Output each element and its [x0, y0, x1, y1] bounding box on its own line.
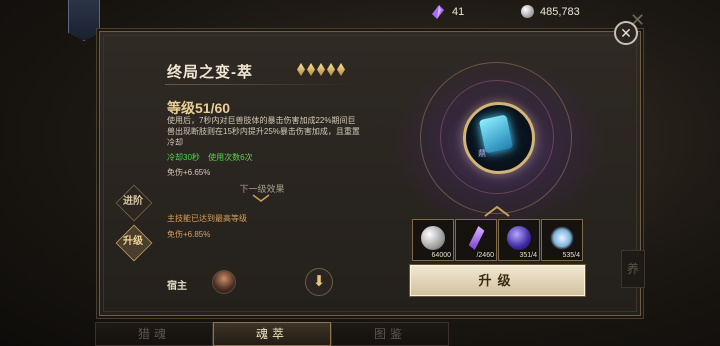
tab-hunt-soul[interactable]: 猎魂: [95, 322, 213, 346]
purple-crystal-icon: [432, 5, 444, 19]
gem-counter[interactable]: 41: [432, 5, 464, 19]
max-level-note: 主技能已达到最高等级: [167, 214, 247, 223]
top-bar: 41 485,783 ✕: [0, 0, 720, 41]
material-count: 64000: [431, 252, 451, 259]
silver-coin-icon: [521, 5, 534, 18]
chevron-up-icon: [484, 205, 510, 217]
star-icon: [327, 63, 335, 76]
rune-badge: 鼎: [478, 149, 486, 158]
skill-description: 使用后，7秒内对巨兽肢体的暴击伤害加成22%期间巨兽出现断肢则在15秒内提升25…: [167, 116, 360, 147]
cooldown-text: 冷却30秒: [167, 153, 200, 162]
material-frost-essence[interactable]: 535/4: [541, 219, 583, 261]
next-stat: 免伤+6.85%: [167, 230, 211, 239]
star-icon: [297, 63, 305, 76]
material-silver-coin[interactable]: 64000: [412, 219, 454, 261]
silver-coin-icon: [421, 226, 445, 250]
star-icon: [317, 63, 325, 76]
material-count: 351/4: [519, 252, 537, 259]
guild-banner-icon[interactable]: [68, 0, 100, 41]
material-soul-orb[interactable]: 351/4: [498, 219, 540, 261]
material-count: 535/4: [562, 252, 580, 259]
star-rating: [297, 63, 345, 76]
bottom-tab-bar: 猎魂 魂萃 图鉴: [95, 320, 655, 346]
star-icon: [307, 63, 315, 76]
swap-arrow-button[interactable]: ⬇: [305, 268, 333, 296]
upgrade-button[interactable]: 升级: [410, 265, 585, 296]
skill-title: 终局之变-萃: [167, 64, 253, 81]
tab-advance[interactable]: 进阶: [118, 187, 148, 217]
coin-value: 485,783: [540, 5, 580, 18]
coin-counter[interactable]: 485,783: [521, 5, 580, 18]
tab-upgrade[interactable]: 升级: [118, 227, 148, 257]
close-button[interactable]: ✕: [614, 21, 638, 45]
material-count: /2460: [476, 252, 494, 259]
purple-crystal-icon: [468, 226, 485, 250]
uses-text: 使用次数6次: [208, 153, 253, 162]
material-purple-crystal[interactable]: /2460: [455, 219, 497, 261]
host-label: 宿主: [167, 281, 187, 292]
host-avatar[interactable]: [212, 270, 236, 294]
gem-value: 41: [452, 6, 465, 18]
cooldown-info: 冷却30秒 使用次数6次: [167, 152, 259, 163]
title-divider: [165, 84, 355, 85]
chevron-down-icon: [252, 194, 270, 202]
star-icon: [337, 63, 345, 76]
tab-atlas[interactable]: 图鉴: [331, 322, 449, 346]
soul-orb-icon: [507, 226, 531, 250]
current-stat: 免伤+6.65%: [167, 168, 211, 177]
tab-soul-essence[interactable]: 魂萃: [213, 322, 331, 346]
right-side-tab[interactable]: 养: [621, 250, 645, 288]
frost-essence-icon: [550, 226, 574, 250]
